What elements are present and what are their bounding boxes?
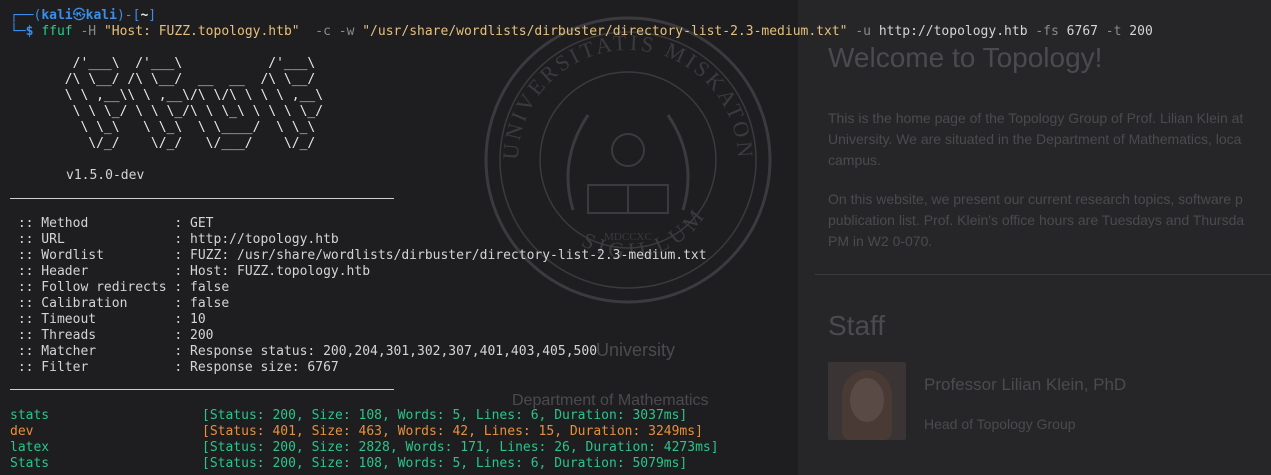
config-row: :: Calibration : false <box>10 296 229 312</box>
config-key: :: Follow redirects <box>10 280 175 295</box>
prompt-line: ┌──(kali㉿kali)-[~] <box>10 8 156 24</box>
logo-line: \ \ \_/ \ \ \_/\ \ \_\ \ \ \ \_/ <box>10 104 371 119</box>
kali-dragon-icon: ㉿ <box>72 8 86 23</box>
command-arg: -c -w <box>299 24 363 39</box>
prompt-corner: ┌──( <box>10 8 42 23</box>
prompt-dollar: $ <box>25 24 42 39</box>
result-info: [Status: 200, Size: 2828, Words: 171, Li… <box>202 440 719 455</box>
command-arg: -fs <box>1027 24 1067 39</box>
config-value: : http://topology.htb <box>174 232 339 247</box>
result-info: [Status: 200, Size: 108, Words: 5, Lines… <box>202 408 688 423</box>
config-key: :: Timeout <box>10 312 175 327</box>
config-row: :: Filter : Response size: 6767 <box>10 360 339 376</box>
result-info: [Status: 401, Size: 463, Words: 42, Line… <box>202 424 703 439</box>
command-arg: -u <box>847 24 879 39</box>
result-name: Stats <box>10 456 50 471</box>
config-value: : Response status: 200,204,301,302,307,4… <box>174 344 598 359</box>
prompt-bracket: )-[ <box>116 8 141 23</box>
result-name: dev <box>10 424 34 439</box>
config-value: : Response size: 6767 <box>174 360 339 375</box>
prompt-corner-bottom: └─ <box>10 24 26 39</box>
config-row: :: Timeout : 10 <box>10 312 206 328</box>
command-arg: http://topology.htb <box>878 24 1028 39</box>
config-row: :: Matcher : Response status: 200,204,30… <box>10 344 597 360</box>
result-info: [Status: 200, Size: 108, Words: 5, Lines… <box>202 456 688 471</box>
result-row: Stats [Status: 200, Size: 108, Words: 5, … <box>10 456 687 472</box>
command-arg: -H <box>72 24 104 39</box>
logo-line: /\ \__/ /\ \__/ __ __ /\ \__/ <box>10 72 371 87</box>
version-text: v1.5.0-dev <box>66 168 145 183</box>
config-row: :: Threads : 200 <box>10 328 214 344</box>
result-row: dev [Status: 401, Size: 463, Words: 42, L… <box>10 424 703 440</box>
prompt-user: kali <box>41 8 73 23</box>
config-value: : 10 <box>174 312 206 327</box>
config-value: : Host: FUZZ.topology.htb <box>174 264 371 279</box>
config-key: :: Filter <box>10 360 175 375</box>
config-value: : false <box>174 280 230 295</box>
config-key: :: Header <box>10 264 175 279</box>
config-row: :: Method : GET <box>10 216 214 232</box>
terminal-output[interactable]: ┌──(kali㉿kali)-[~] └─$ ffuf -H "Host: FU… <box>0 0 1271 475</box>
result-name: stats <box>10 408 50 423</box>
config-value: : FUZZ: /usr/share/wordlists/dirbuster/d… <box>174 248 707 263</box>
config-row: :: Header : Host: FUZZ.topology.htb <box>10 264 370 280</box>
separator-top <box>10 198 394 199</box>
config-row: :: Follow redirects : false <box>10 280 229 296</box>
separator-bottom <box>10 389 394 390</box>
prompt-host: kali <box>85 8 117 23</box>
config-key: :: URL <box>10 232 175 247</box>
config-key: :: Matcher <box>10 344 175 359</box>
command-name: ffuf <box>41 24 73 39</box>
command-arg: "Host: FUZZ.topology.htb" <box>103 24 300 39</box>
result-name: latex <box>10 440 50 455</box>
config-key: :: Calibration <box>10 296 175 311</box>
result-row: latex [Status: 200, Size: 2828, Words: 17… <box>10 440 719 456</box>
prompt-bracket-close: ] <box>148 8 157 23</box>
config-key: :: Method <box>10 216 175 231</box>
result-row: stats [Status: 200, Size: 108, Words: 5, … <box>10 408 687 424</box>
command-arg: 200 <box>1129 24 1153 39</box>
config-value: : GET <box>174 216 214 231</box>
config-row: :: URL : http://topology.htb <box>10 232 339 248</box>
command-line[interactable]: └─$ ffuf -H "Host: FUZZ.topology.htb" -c… <box>10 24 1153 40</box>
logo-line: \/_/ \/_/ \/___/ \/_/ <box>10 136 371 151</box>
command-arg: 6767 <box>1066 24 1098 39</box>
logo-line: /'___\ /'___\ /'___\ <box>10 56 371 71</box>
logo-line: \ \ ,__\\ \ ,__\/\ \/\ \ \ \ ,__\ <box>10 88 371 103</box>
config-value: : 200 <box>174 328 214 343</box>
config-key: :: Wordlist <box>10 248 175 263</box>
config-key: :: Threads <box>10 328 175 343</box>
command-arg: -t <box>1097 24 1130 39</box>
config-row: :: Wordlist : FUZZ: /usr/share/wordlists… <box>10 248 707 264</box>
logo-line: \ \_\ \ \_\ \ \____/ \ \_\ <box>10 120 371 135</box>
config-value: : false <box>174 296 230 311</box>
command-arg: "/usr/share/wordlists/dirbuster/director… <box>362 24 848 39</box>
command-args: -H "Host: FUZZ.topology.htb" -c -w "/usr… <box>72 24 1153 39</box>
